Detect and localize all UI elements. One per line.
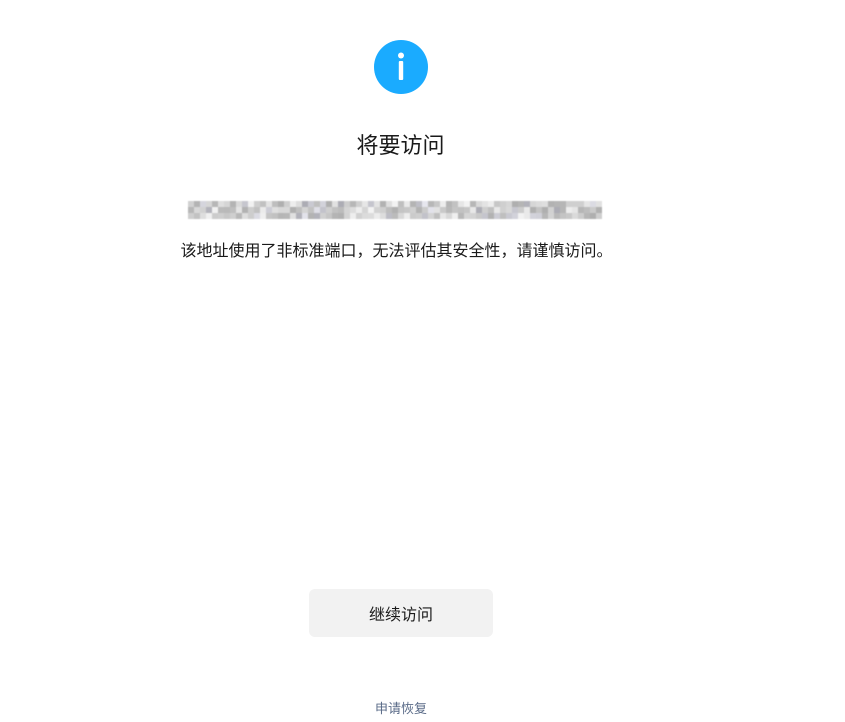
continue-visit-button[interactable]: 继续访问 (309, 589, 493, 637)
blurred-url (188, 201, 605, 219)
page-title: 将要访问 (356, 134, 445, 159)
info-icon (374, 40, 428, 94)
request-restore-link[interactable]: 申请恢复 (0, 701, 802, 719)
warning-message: 该地址使用了非标准端口，无法评估其安全性，请谨慎访问。 (180, 241, 613, 260)
